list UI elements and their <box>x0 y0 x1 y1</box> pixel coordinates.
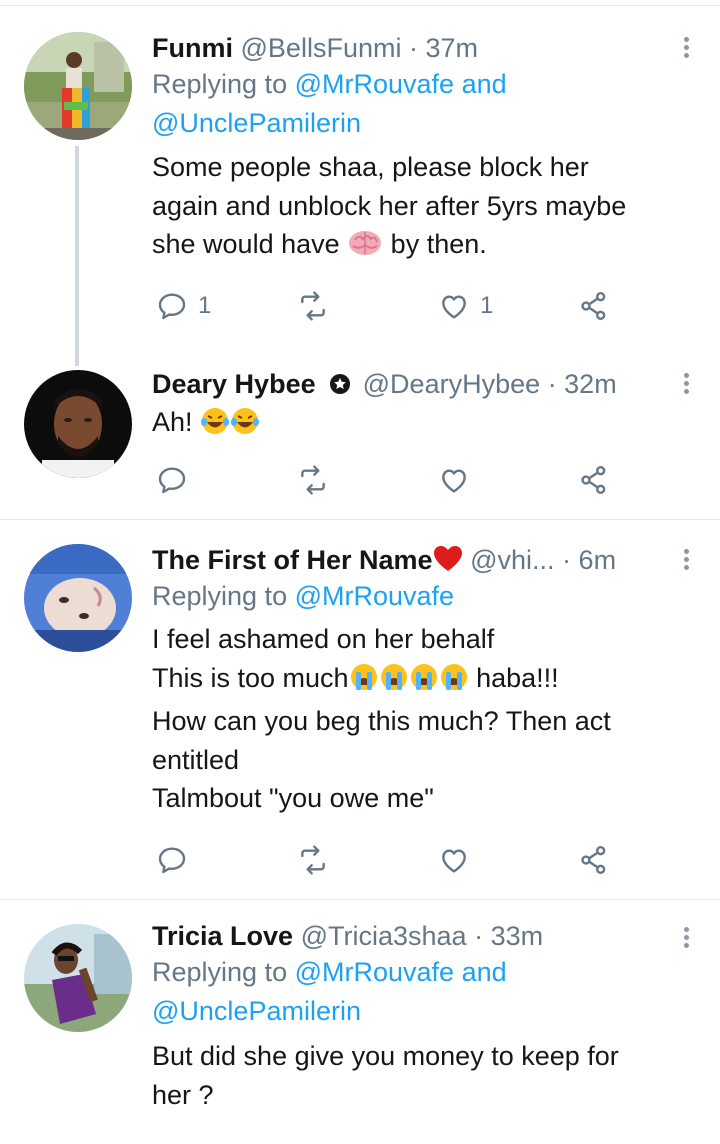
reply-handle-link[interactable]: @UnclePamilerin <box>152 996 361 1026</box>
reply-handle-link[interactable]: @MrRouvafe <box>295 957 454 987</box>
like-button[interactable]: 1 <box>438 288 493 324</box>
tweet-text: Some people shaa, please block her again… <box>152 148 692 269</box>
reply-handle-link[interactable]: @MrRouvafe <box>295 581 454 611</box>
crying-emoji <box>409 662 439 703</box>
tweet-header: Tricia Love @Tricia3shaa · 33m <box>152 921 544 951</box>
avatar[interactable] <box>24 924 132 1032</box>
display-name[interactable]: Funmi <box>152 33 233 63</box>
replying-to: Replying to @MrRouvafe <box>152 581 455 611</box>
thread-line <box>75 146 79 366</box>
crying-emoji <box>379 662 409 703</box>
share-icon <box>581 466 606 494</box>
like-icon <box>442 469 466 493</box>
tweet-tricia-love[interactable]: Tricia Love @Tricia3shaa · 33m Replying … <box>0 900 720 1144</box>
timestamp[interactable]: 33m <box>491 921 544 951</box>
share-icon <box>581 846 606 874</box>
tweet-header: The First of Her Name @vhi... · 6m <box>152 545 617 575</box>
retweet-icon <box>301 845 325 875</box>
timestamp[interactable]: 6m <box>579 545 617 575</box>
tweet-first-of-her-name[interactable]: The First of Her Name @vhi... · 6m Reply… <box>0 520 720 898</box>
display-name[interactable]: Tricia Love <box>152 921 293 951</box>
brain-emoji <box>347 228 383 269</box>
like-button[interactable] <box>438 462 470 498</box>
reply-handle-link[interactable]: @UnclePamilerin <box>152 108 361 138</box>
retweet-icon <box>301 465 325 495</box>
share-button[interactable] <box>578 288 610 324</box>
retweet-button[interactable] <box>296 462 330 498</box>
laughing-emoji <box>230 406 260 447</box>
crying-emoji <box>349 662 379 703</box>
laughing-emoji <box>200 406 230 447</box>
more-icon[interactable] <box>680 546 692 574</box>
tweet-header: Funmi @BellsFunmi · 37m <box>152 33 479 63</box>
share-button[interactable] <box>578 462 610 498</box>
reply-button[interactable]: 1 <box>156 288 211 324</box>
handle[interactable]: @DearyHybee <box>363 369 540 399</box>
like-icon <box>442 849 466 873</box>
timestamp[interactable]: 32m <box>564 369 617 399</box>
share-icon <box>581 292 606 320</box>
reply-count: 1 <box>198 292 212 319</box>
timestamp[interactable]: 37m <box>426 33 479 63</box>
reply-icon <box>158 847 186 874</box>
avatar[interactable] <box>24 370 132 478</box>
like-button[interactable] <box>438 842 470 878</box>
tweet-header: Deary Hybee @DearyHybee · 32m <box>152 369 617 399</box>
tweet-text: I feel ashamed on her behalf This is too… <box>152 624 611 813</box>
like-count: 1 <box>480 292 494 319</box>
avatar[interactable] <box>24 32 132 140</box>
replying-to: Replying to @MrRouvafe and <box>152 957 507 987</box>
avatar[interactable] <box>24 544 132 652</box>
heart-emoji <box>433 545 463 573</box>
more-icon[interactable] <box>680 370 692 398</box>
retweet-icon <box>301 291 325 321</box>
handle[interactable]: @BellsFunmi <box>241 33 402 63</box>
tweet-funmi[interactable]: Funmi @BellsFunmi · 37m Replying to @MrR… <box>0 0 720 370</box>
more-icon[interactable] <box>680 34 692 62</box>
handle[interactable]: @Tricia3shaa <box>301 921 467 951</box>
reply-button[interactable] <box>156 842 188 878</box>
reply-handle-link[interactable]: @MrRouvafe <box>295 69 454 99</box>
handle[interactable]: @vhi... <box>470 545 554 575</box>
share-button[interactable] <box>578 842 610 878</box>
verified-icon <box>329 369 351 394</box>
tweet-deary-hybee[interactable]: Deary Hybee @DearyHybee · 32m Ah! <box>0 369 720 518</box>
reply-icon <box>158 293 186 320</box>
tweet-text: Ah! <box>152 403 692 447</box>
crying-emoji <box>439 662 469 703</box>
retweet-button[interactable] <box>296 842 330 878</box>
display-name[interactable]: Deary Hybee <box>152 369 316 399</box>
retweet-button[interactable] <box>296 288 330 324</box>
reply-icon <box>158 467 186 494</box>
display-name[interactable]: The First of Her Name <box>152 545 433 575</box>
replying-to: Replying to @MrRouvafe and <box>152 69 507 99</box>
like-icon <box>442 295 466 319</box>
tweet-text: But did she give you money to keep for h… <box>152 1041 619 1110</box>
reply-button[interactable] <box>156 462 188 498</box>
more-icon[interactable] <box>680 924 692 952</box>
